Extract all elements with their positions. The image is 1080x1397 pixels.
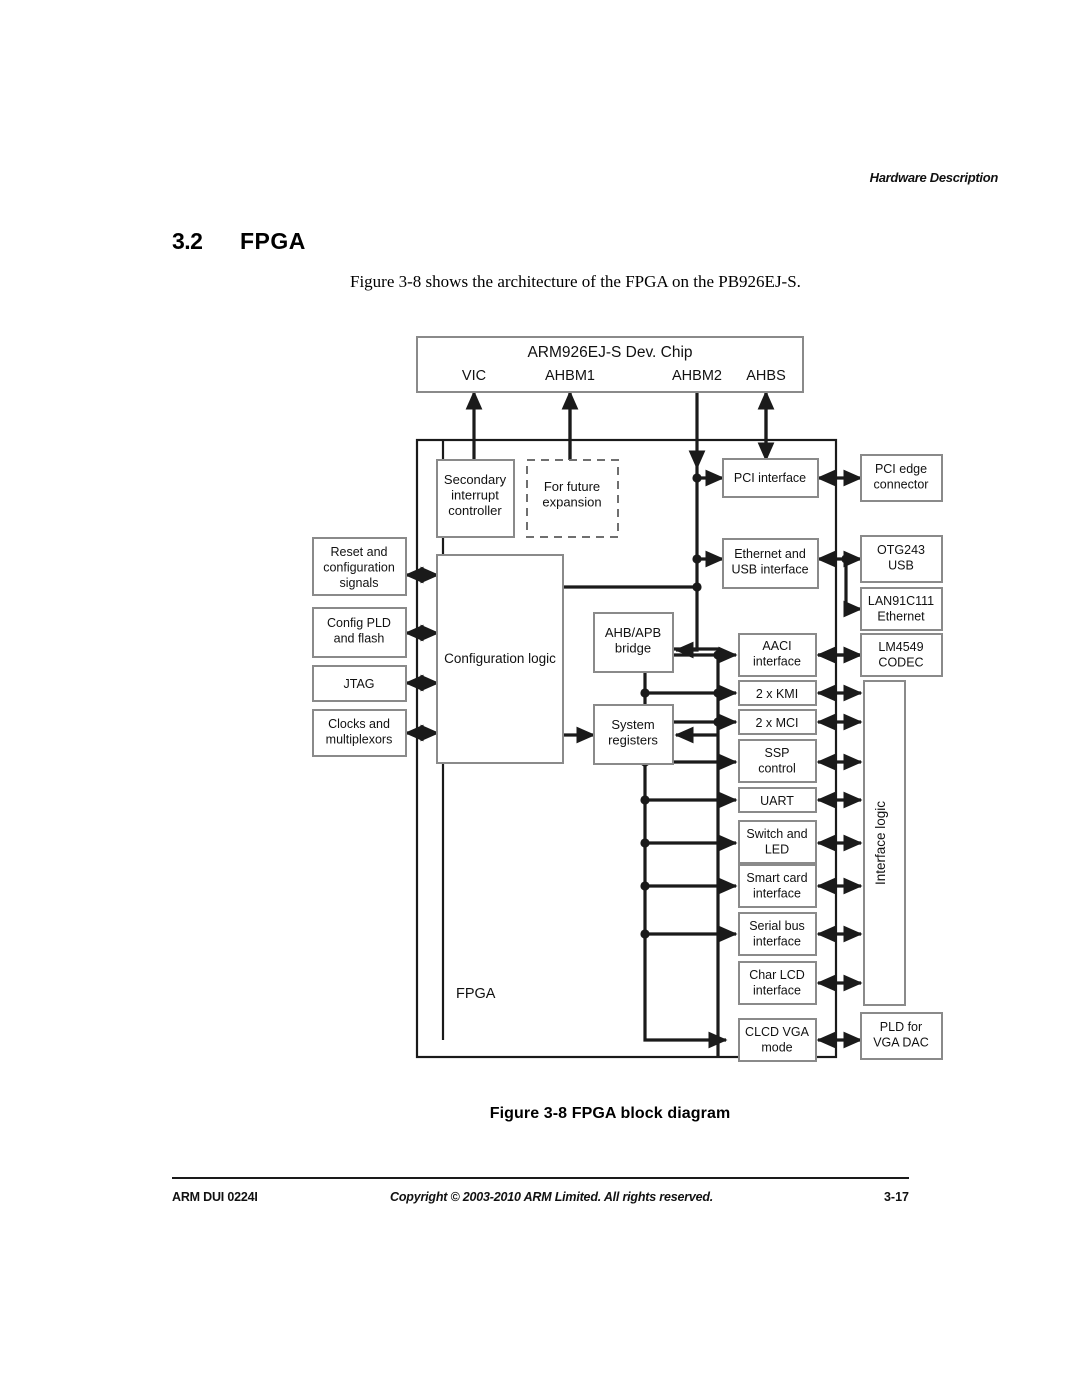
pci-interface-label: PCI interface xyxy=(734,471,806,485)
mci-label: 2 x MCI xyxy=(755,716,798,730)
document-page: Hardware Description 3.2 FPGA Figure 3-8 … xyxy=(0,0,1080,1397)
footer-copyright: Copyright © 2003-2010 ARM Limited. All r… xyxy=(390,1190,714,1204)
future-expansion-label: For future expansion xyxy=(542,479,601,510)
left-blocks: Reset and configuration signals Config PLD… xyxy=(312,537,407,757)
uart-label: UART xyxy=(760,794,794,808)
lm4549-codec-label: LM4549 CODEC xyxy=(878,640,923,670)
footer-divider xyxy=(172,1177,909,1179)
apb-peripheral-to-interface-logic xyxy=(816,646,863,1049)
figure-caption-text: Figure 3-8 FPGA block diagram xyxy=(489,1105,731,1122)
footer-doc-id: ARM DUI 0224I xyxy=(172,1190,258,1204)
secondary-interrupt-controller-box: Secondary interrupt controller xyxy=(436,459,515,538)
char-lcd-interface-label: Char LCD interface xyxy=(749,968,805,998)
sic-label: Secondary interrupt controller xyxy=(444,472,507,518)
pld-for-vga-dac-label: PLD for VGA DAC xyxy=(873,1020,929,1050)
dev-chip-port-vic: VIC xyxy=(462,368,486,384)
figure-caption: Figure 3-8 FPGA block diagram xyxy=(0,1105,1080,1123)
ahb-peripherals: PCI interface Ethernet and USB interface xyxy=(722,458,819,589)
config-pld-and-flash-label: Config PLD and flash xyxy=(327,616,391,646)
dev-chip-title: ARM926EJ-S Dev. Chip xyxy=(527,344,692,361)
pci-edge-connector-label: PCI edge connector xyxy=(874,462,929,492)
apb-peripherals: AACI interface 2 x KMI 2 x MCI SSP control… xyxy=(738,633,817,1062)
fpga-block-diagram: ARM926EJ-S Dev. Chip VIC AHBM1 AHBM2 AHB… xyxy=(312,336,943,1062)
ahb-apb-bridge-box: AHB/APB bridge xyxy=(593,612,674,673)
interface-logic-box: Interface logic xyxy=(863,680,906,1006)
apb-fanout-stubs xyxy=(645,646,738,943)
left-block-links xyxy=(404,566,440,742)
apb-trunk-vertical xyxy=(673,647,720,1057)
dev-chip-port-ahbm2: AHBM2 xyxy=(672,368,722,384)
configuration-logic-box: Configuration logic xyxy=(436,554,564,764)
footer-page: 3-17 xyxy=(883,1190,909,1204)
dev-chip-port-ahbm1: AHBM1 xyxy=(545,368,595,384)
dev-chip-box: ARM926EJ-S Dev. Chip VIC AHBM1 AHBM2 AHB… xyxy=(416,336,804,393)
dev-chip-port-ahbs: AHBS xyxy=(746,368,786,384)
lan91c111-ethernet-label: LAN91C111 Ethernet xyxy=(868,594,934,624)
fpga-region-label: FPGA xyxy=(456,986,496,1002)
kmi-label: 2 x KMI xyxy=(756,687,798,701)
ethernet-and-usb-interface-label: Ethernet and USB interface xyxy=(731,547,808,577)
system-registers-label: System registers xyxy=(608,717,658,748)
future-expansion-box: For future expansion xyxy=(526,459,619,538)
system-registers-box: System registers xyxy=(593,704,674,765)
clocks-and-multiplexors-label: Clocks and multiplexors xyxy=(326,717,393,747)
jtag-label: JTAG xyxy=(343,677,374,691)
smart-card-interface-label: Smart card interface xyxy=(746,871,807,901)
configuration-logic-label: Configuration logic xyxy=(444,651,556,666)
serial-bus-interface-label: Serial bus interface xyxy=(749,919,805,949)
interface-logic-label: Interface logic xyxy=(873,801,888,885)
ethusb-to-lan91c111 xyxy=(843,559,863,618)
